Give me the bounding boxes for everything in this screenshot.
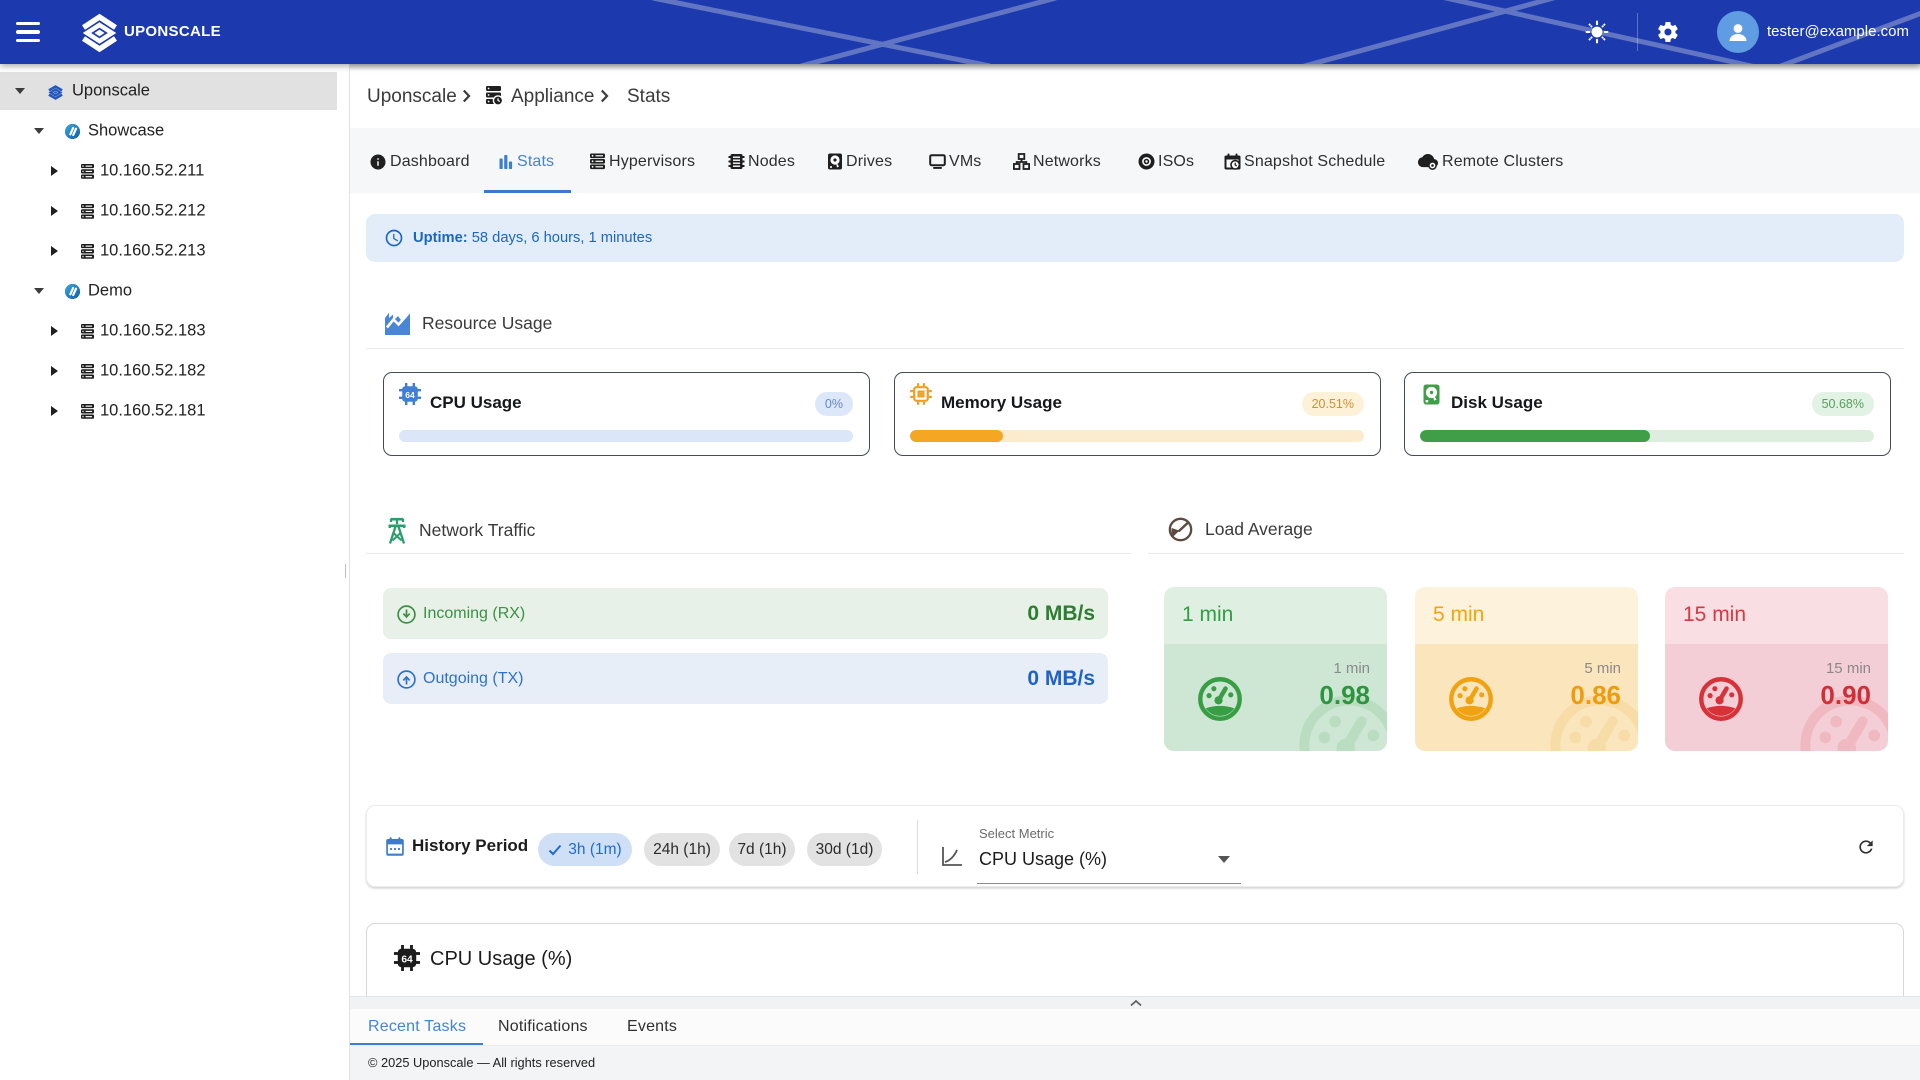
svg-text:64: 64 xyxy=(405,390,415,400)
svg-text:64: 64 xyxy=(401,954,413,965)
